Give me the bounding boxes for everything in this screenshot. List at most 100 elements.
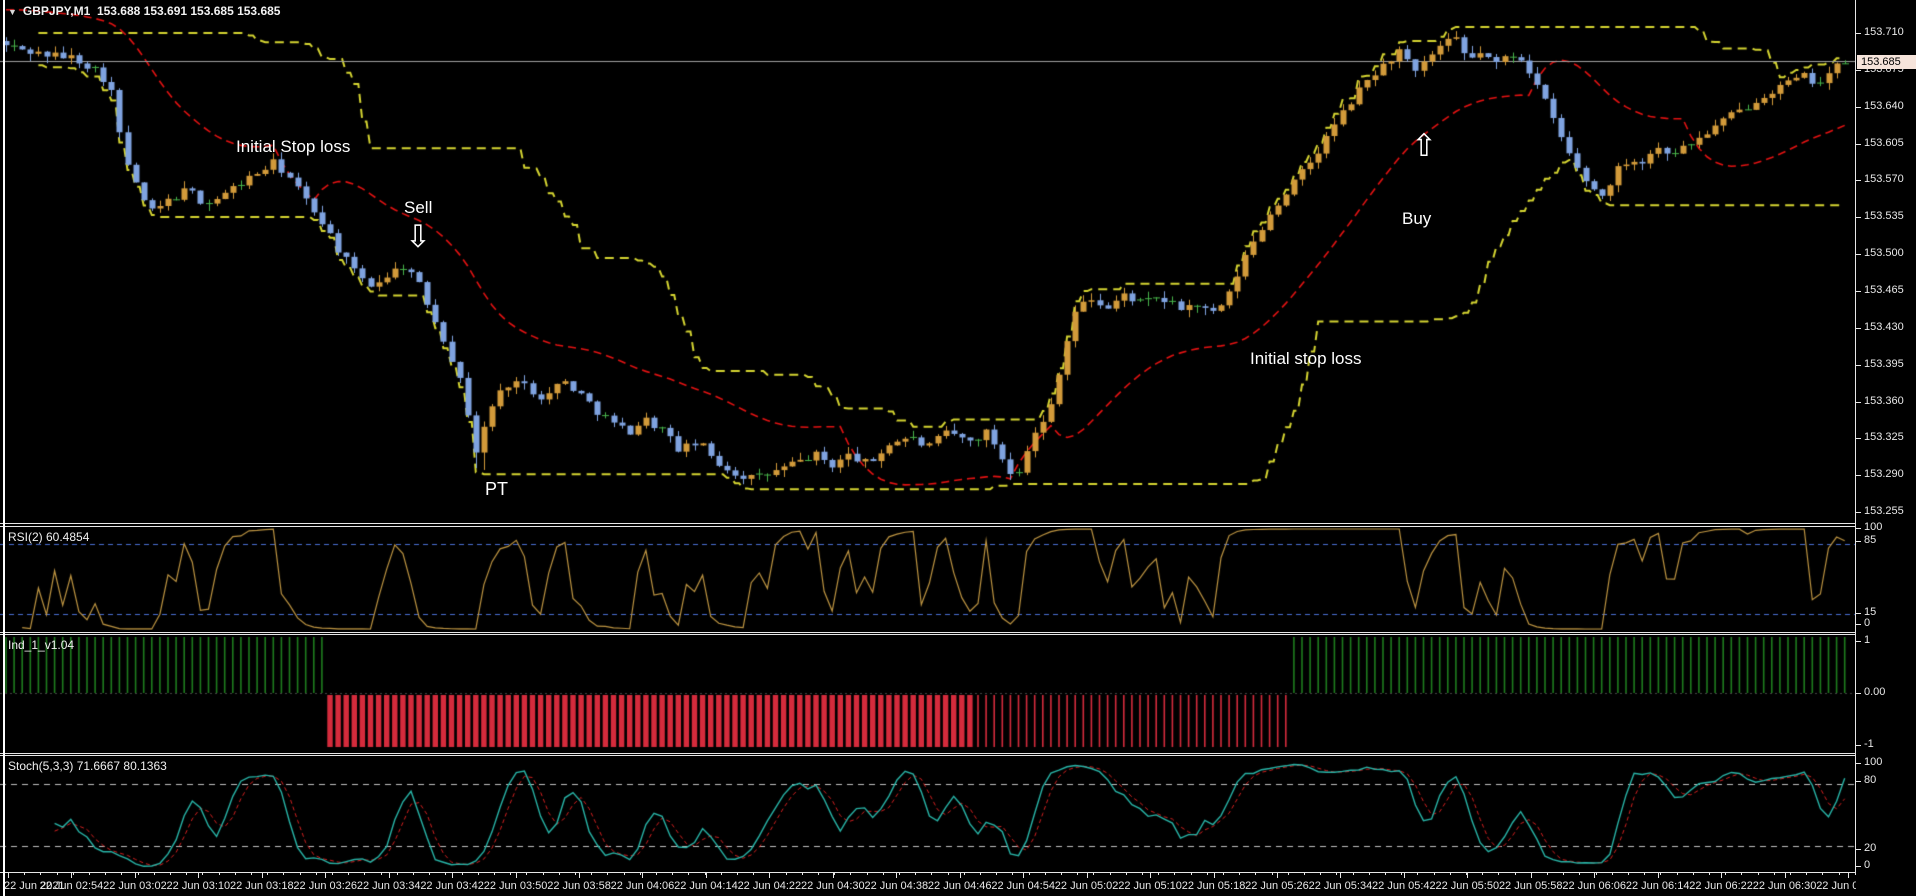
ind-tick-mark [1856, 745, 1861, 746]
time-minor-tick [316, 873, 317, 875]
time-minor-tick [462, 873, 463, 875]
buy-arrow-icon[interactable]: ⇧ [1411, 130, 1437, 161]
initial-stop-loss-left[interactable]: Initial Stop loss [236, 138, 350, 155]
time-minor-tick [1579, 873, 1580, 875]
stoch-tick-label: 20 [1864, 842, 1876, 854]
time-minor-tick [1450, 873, 1451, 875]
ind-tick-mark [1856, 693, 1861, 694]
time-minor-tick [8, 873, 9, 875]
time-tick-label: 22 Jun 04:14 [674, 880, 738, 892]
price-tick-mark [1856, 70, 1861, 71]
price-tick-label: 153.290 [1864, 468, 1904, 480]
time-tick-mark [706, 873, 707, 878]
time-minor-tick [1029, 873, 1030, 875]
time-minor-tick [834, 873, 835, 875]
time-tick-mark [262, 873, 263, 878]
time-tick-mark [389, 873, 390, 878]
stoch-tick-label: 0 [1864, 859, 1870, 871]
time-minor-tick [1693, 873, 1694, 875]
histogram-indicator-panel: Ind_1_v1.04 [0, 634, 1856, 754]
time-tick-label: 22 Jun 04:46 [928, 880, 992, 892]
time-tick-mark [1340, 873, 1341, 878]
time-tick-mark [960, 873, 961, 878]
time-tick-label: 22 Jun 03:42 [420, 880, 484, 892]
main-chart-panel: ▼GBPJPY,M1 153.688 153.691 153.685 153.6… [0, 0, 1856, 524]
time-minor-tick [964, 873, 965, 875]
time-minor-tick [478, 873, 479, 875]
value-axis-column[interactable]: 153.685 153.710153.675153.640153.605153.… [1856, 0, 1916, 896]
time-tick-label: 22 Jun 06:06 [1562, 880, 1626, 892]
time-minor-tick [1660, 873, 1661, 875]
rsi-indicator-panel: RSI(2) 60.4854 [0, 526, 1856, 633]
time-tick-label: 22 Jun 06:22 [1689, 880, 1753, 892]
time-minor-tick [1272, 873, 1273, 875]
time-minor-tick [1596, 873, 1597, 875]
stoch-tick-mark [1856, 763, 1861, 764]
time-minor-tick [672, 873, 673, 875]
rsi-tick-mark [1856, 528, 1861, 529]
histogram-chart-canvas[interactable] [0, 635, 1856, 751]
time-minor-tick [786, 873, 787, 875]
time-minor-tick [575, 873, 576, 875]
time-minor-tick [899, 873, 900, 875]
time-tick-label: 22 Jun 06:14 [1626, 880, 1690, 892]
time-minor-tick [721, 873, 722, 875]
time-minor-tick [105, 873, 106, 875]
time-minor-tick [364, 873, 365, 875]
time-minor-tick [1385, 873, 1386, 875]
time-minor-tick [186, 873, 187, 875]
time-tick-label: 22 Jun 02:54 [40, 880, 104, 892]
stochastic-chart-canvas[interactable] [0, 756, 1856, 871]
time-tick-mark [1150, 873, 1151, 878]
price-tick-mark [1856, 107, 1861, 108]
time-minor-tick [1288, 873, 1289, 875]
time-minor-tick [883, 873, 884, 875]
time-tick-mark [1467, 873, 1468, 878]
price-tick-label: 153.500 [1864, 247, 1904, 259]
initial-stop-loss-right[interactable]: Initial stop loss [1250, 350, 1362, 367]
stochastic-panel-label: Stoch(5,3,3) 71.6667 80.1363 [8, 759, 167, 773]
time-minor-tick [251, 873, 252, 875]
time-minor-tick [1725, 873, 1726, 875]
price-tick-mark [1856, 180, 1861, 181]
time-minor-tick [688, 873, 689, 875]
time-minor-tick [89, 873, 90, 875]
time-minor-tick [267, 873, 268, 875]
time-minor-tick [1320, 873, 1321, 875]
sell-arrow-icon[interactable]: ⇩ [405, 221, 431, 252]
time-minor-tick [121, 873, 122, 875]
time-minor-tick [429, 873, 430, 875]
time-tick-mark [452, 873, 453, 878]
time-tick-label: 22 Jun 05:26 [1245, 880, 1309, 892]
time-axis[interactable]: 22 Jun 202122 Jun 02:5422 Jun 03:0222 Ju… [0, 872, 1916, 896]
price-tick-mark [1856, 475, 1861, 476]
time-minor-tick [154, 873, 155, 875]
time-minor-tick [1223, 873, 1224, 875]
buy-label[interactable]: Buy [1402, 210, 1431, 227]
sell-label[interactable]: Sell [404, 199, 432, 216]
time-tick-label: 22 Jun 05:10 [1118, 880, 1182, 892]
price-tick-label: 153.535 [1864, 210, 1904, 222]
time-tick-mark [325, 873, 326, 878]
symbol-timeframe-label: GBPJPY,M1 [23, 4, 90, 18]
candlestick-chart-canvas[interactable] [0, 0, 1856, 522]
time-tick-label: 22 Jun 05:50 [1435, 880, 1499, 892]
time-minor-tick [1369, 873, 1370, 875]
price-tick-label: 153.570 [1864, 173, 1904, 185]
price-tick-label: 153.395 [1864, 358, 1904, 370]
time-minor-tick [283, 873, 284, 875]
time-tick-label: 22 Jun 04:38 [864, 880, 928, 892]
time-tick-mark [516, 873, 517, 878]
time-minor-tick [138, 873, 139, 875]
time-minor-tick [915, 873, 916, 875]
time-minor-tick [1110, 873, 1111, 875]
ind-tick-mark [1856, 641, 1861, 642]
pt-label[interactable]: PT [485, 480, 508, 498]
time-minor-tick [1255, 873, 1256, 875]
time-minor-tick [1401, 873, 1402, 875]
price-tick-label: 153.430 [1864, 321, 1904, 333]
rsi-chart-canvas[interactable] [0, 527, 1856, 630]
time-minor-tick [1758, 873, 1759, 875]
rsi-panel-label: RSI(2) 60.4854 [8, 530, 89, 544]
time-minor-tick [769, 873, 770, 875]
